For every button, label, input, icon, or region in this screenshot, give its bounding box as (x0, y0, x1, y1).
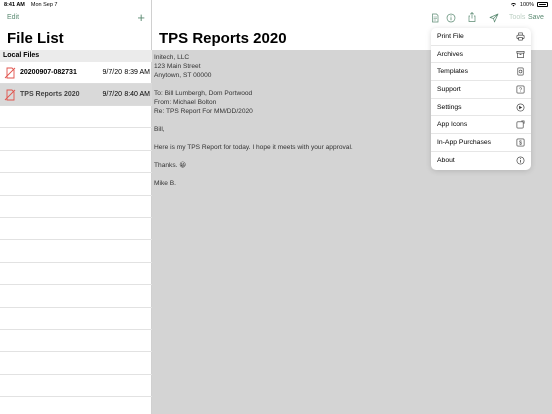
file-time: 8:39 AM (124, 69, 150, 76)
to-line: To: Bill Lumbergh, Dom Portwood (154, 90, 253, 97)
address-line: Initech, LLC (154, 54, 190, 61)
menu-item-print-file[interactable]: Print File (431, 28, 531, 46)
re-line: Re: TPS Report For MM/DD/2020 (154, 108, 253, 115)
document-icon (4, 67, 16, 78)
info-icon[interactable] (446, 13, 456, 23)
file-name: TPS Reports 2020 (20, 91, 80, 98)
send-icon[interactable] (489, 13, 499, 23)
file-date: 9/7/20 (102, 91, 122, 98)
info-icon (516, 156, 525, 165)
menu-item-label: Support (437, 85, 461, 93)
document-body[interactable]: Initech, LLC 123 Main Street Anytown, ST… (154, 53, 353, 188)
save-button[interactable]: Save (528, 14, 544, 21)
section-header-local-files: Local Files (0, 50, 152, 62)
tools-menu: Print File Archives Templates Support ? … (431, 28, 531, 170)
menu-item-templates[interactable]: Templates (431, 63, 531, 82)
file-list: 20200907-082731 9/7/20 8:39 AM TPS Repor… (0, 62, 152, 106)
share-icon[interactable] (467, 12, 477, 22)
file-name: 20200907-082731 (20, 69, 77, 76)
svg-text:$: $ (519, 141, 522, 147)
menu-item-label: App Icons (437, 121, 468, 129)
svg-text:?: ? (519, 87, 522, 93)
file-date: 9/7/20 (102, 69, 122, 76)
file-row-selected[interactable]: TPS Reports 2020 9/7/20 8:40 AM (0, 84, 152, 106)
file-time: 8:40 AM (124, 91, 150, 98)
file-row[interactable]: 20200907-082731 9/7/20 8:39 AM (0, 62, 152, 84)
wifi-icon (510, 2, 516, 7)
menu-item-label: Templates (437, 68, 468, 76)
battery-icon (537, 2, 548, 7)
greeting: Bill, (154, 126, 165, 133)
status-date: Mon Sep 7 (30, 1, 58, 8)
edit-button[interactable]: Edit (7, 14, 19, 21)
menu-item-label: Archives (437, 50, 464, 58)
menu-item-label: Settings (437, 103, 462, 111)
status-time: 8:41 AM (4, 1, 25, 8)
template-icon (517, 67, 524, 76)
menu-item-label: About (437, 157, 455, 165)
menu-item-label: In-App Purchases (437, 138, 492, 146)
gear-icon (516, 103, 525, 112)
add-file-button[interactable]: + (137, 10, 145, 25)
menu-item-label: Print File (437, 32, 464, 40)
app-icon (516, 120, 525, 129)
document-title: TPS Reports 2020 (159, 30, 287, 47)
menu-item-in-app-purchases[interactable]: In-App Purchases $ (431, 134, 531, 152)
menu-item-app-icons[interactable]: App Icons (431, 116, 531, 135)
empty-list-rows (0, 106, 152, 398)
battery-percent: 100% (519, 1, 534, 8)
address-line: 123 Main Street (154, 63, 201, 70)
document-icon[interactable] (430, 13, 440, 23)
menu-item-settings[interactable]: Settings (431, 99, 531, 117)
printer-icon (516, 32, 525, 41)
document-icon (4, 89, 16, 100)
dollar-icon: $ (516, 138, 525, 147)
signature: Mike B. (154, 180, 176, 187)
menu-item-archives[interactable]: Archives (431, 46, 531, 64)
menu-item-support[interactable]: Support ? (431, 81, 531, 99)
message: Here is my TPS Report for today. I hope … (154, 144, 353, 151)
sidebar: Edit + File List Local Files 20200907-08… (0, 0, 152, 414)
status-bar: 8:41 AM Mon Sep 7 100% (0, 0, 552, 9)
question-icon: ? (516, 85, 525, 93)
tools-button[interactable]: Tools (509, 14, 525, 21)
thanks-line: Thanks. 😀 (154, 162, 187, 169)
sidebar-title: File List (7, 30, 64, 47)
archive-box-icon (516, 50, 525, 58)
from-line: From: Michael Bolton (154, 99, 217, 106)
menu-item-about[interactable]: About (431, 152, 531, 170)
address-line: Anytown, ST 00000 (154, 72, 212, 79)
